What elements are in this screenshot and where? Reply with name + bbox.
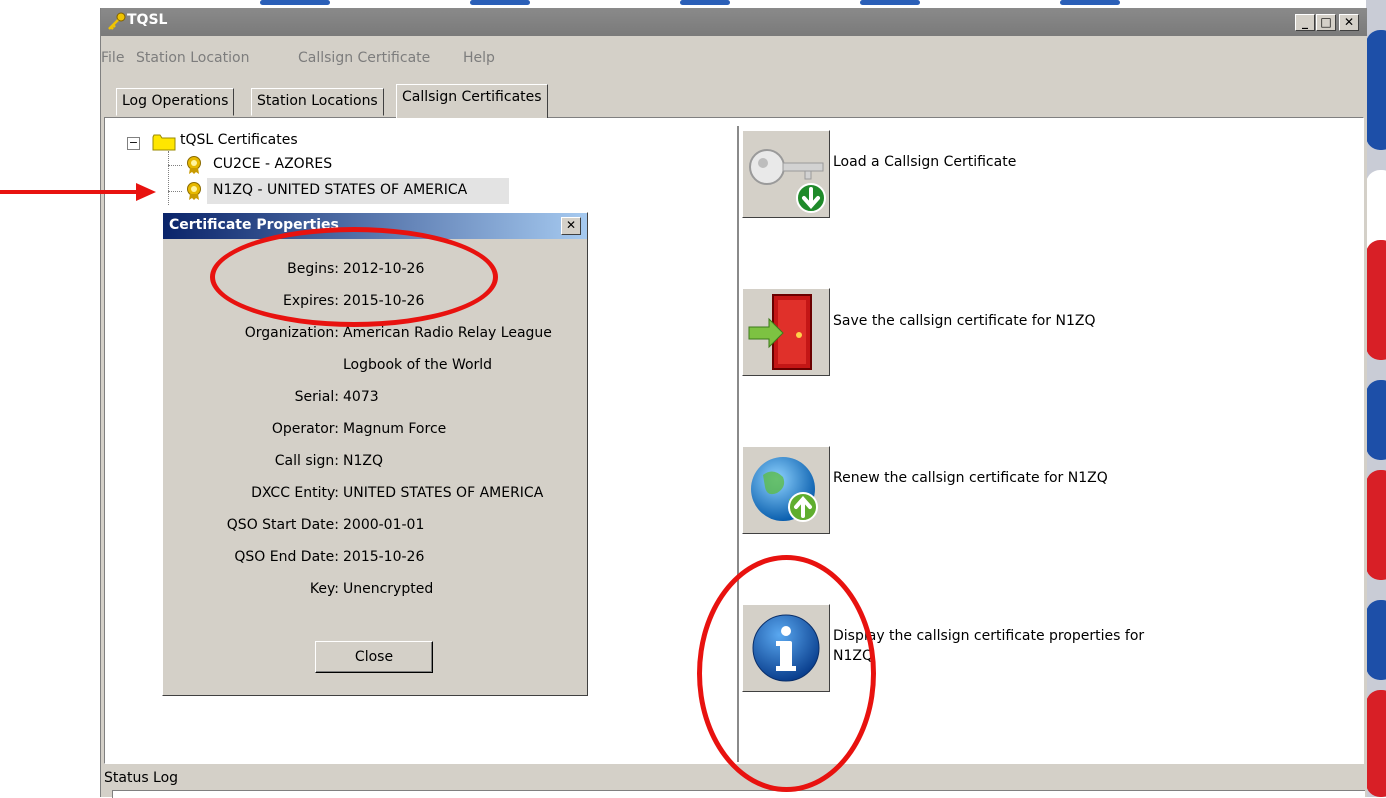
top-decoration <box>100 0 1366 8</box>
callsign-value: N1ZQ <box>343 453 383 469</box>
key-download-icon <box>749 149 826 213</box>
tab-log-operations[interactable]: Log Operations <box>116 88 235 116</box>
tab-callsign-certificates[interactable]: Callsign Certificates <box>396 84 548 118</box>
tree-item-n1zq[interactable]: N1ZQ - UNITED STATES OF AMERICA <box>213 182 467 198</box>
tree-item-cu2ce[interactable]: CU2CE - AZORES <box>213 156 332 172</box>
tree-connector <box>168 151 169 205</box>
renew-certificate-label: Renew the callsign certificate for N1ZQ <box>833 470 1108 486</box>
certificate-icon <box>187 156 201 174</box>
decor-blob <box>1366 30 1386 150</box>
serial-label: Serial: <box>294 389 339 405</box>
maximize-button[interactable]: □ <box>1316 14 1336 31</box>
operator-label: Operator: <box>271 421 339 437</box>
decor-dash <box>260 0 330 5</box>
menu-callsign-certificate[interactable]: Callsign Certificate <box>298 50 430 66</box>
callsign-label: Call sign: <box>274 453 339 469</box>
dxcc-label: DXCC Entity: <box>251 485 339 501</box>
key-icon <box>108 12 126 30</box>
annotation-ellipse-info <box>697 555 876 792</box>
folder-icon <box>152 134 176 151</box>
close-window-button[interactable]: ✕ <box>1339 14 1359 31</box>
decor-dash <box>860 0 920 5</box>
menu-station-location[interactable]: Station Location <box>136 50 249 66</box>
close-button[interactable]: Close <box>315 641 433 673</box>
organization-value-2: Logbook of the World <box>343 357 493 373</box>
collapse-toggle[interactable]: − <box>127 137 140 150</box>
title-bar[interactable]: TQSL _ □ ✕ <box>101 8 1367 36</box>
serial-value: 4073 <box>343 389 379 405</box>
key-value: Unencrypted <box>343 581 434 597</box>
organization-label: Organization: <box>244 325 339 341</box>
qso-end-label: QSO End Date: <box>234 549 339 565</box>
organization-value: American Radio Relay League <box>343 325 552 341</box>
decor-dash <box>470 0 530 5</box>
operator-value: Magnum Force <box>343 421 447 437</box>
menu-file[interactable]: File <box>101 50 124 66</box>
globe-renew-icon <box>751 457 818 522</box>
annotation-ellipse-dates <box>210 227 498 327</box>
decor-dash <box>680 0 730 5</box>
qso-end-value: 2015-10-26 <box>343 549 425 565</box>
tree-connector <box>168 165 182 166</box>
decor-blob <box>1366 470 1386 580</box>
menu-help[interactable]: Help <box>463 50 495 66</box>
decor-blob <box>1366 380 1386 460</box>
tab-station-locations[interactable]: Station Locations <box>251 88 384 116</box>
renew-certificate-button[interactable] <box>742 446 830 534</box>
tree-connector <box>168 191 182 192</box>
save-certificate-label: Save the callsign certificate for N1ZQ <box>833 313 1096 329</box>
status-log-label: Status Log <box>104 770 179 786</box>
annotation-arrow <box>0 183 156 201</box>
background-edge <box>1366 0 1386 797</box>
key-label: Key: <box>309 581 339 597</box>
door-save-icon <box>748 294 812 370</box>
tree-root-label[interactable]: tQSL Certificates <box>180 132 298 148</box>
load-certificate-label: Load a Callsign Certificate <box>833 154 1017 170</box>
minimize-button[interactable]: _ <box>1295 14 1315 31</box>
decor-dash <box>1060 0 1120 5</box>
decor-blob <box>1366 240 1386 360</box>
qso-start-value: 2000-01-01 <box>343 517 425 533</box>
display-properties-label-line1: Display the callsign certificate propert… <box>833 628 1145 644</box>
certificate-icon <box>187 182 201 200</box>
save-certificate-button[interactable] <box>742 288 830 376</box>
qso-start-label: QSO Start Date: <box>226 517 339 533</box>
load-certificate-button[interactable] <box>742 130 830 218</box>
decor-blob <box>1366 690 1386 797</box>
decor-blob <box>1366 600 1386 680</box>
app-title: TQSL <box>127 12 168 28</box>
menu-bar: File Station Location Callsign Certifica… <box>101 36 1367 68</box>
dxcc-value: UNITED STATES OF AMERICA <box>343 485 544 501</box>
dialog-close-icon[interactable]: ✕ <box>561 217 581 235</box>
